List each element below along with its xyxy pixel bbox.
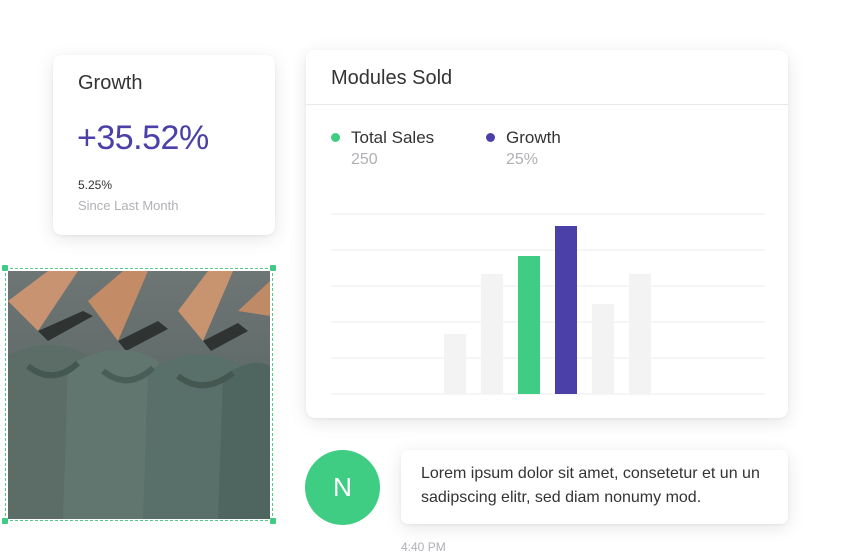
modules-sold-title: Modules Sold <box>331 67 453 89</box>
resize-handle-top-left[interactable] <box>2 265 8 271</box>
card-divider <box>306 104 788 105</box>
modules-sold-card: Modules Sold Total Sales 250 Growth 25% <box>306 50 788 418</box>
chart-bar[interactable] <box>444 334 466 394</box>
growth-title: Growth <box>78 72 143 94</box>
chart-bar[interactable] <box>592 304 614 394</box>
growth-since-label: Since Last Month <box>78 198 179 213</box>
resize-handle-top-right[interactable] <box>270 265 276 271</box>
chart-bar[interactable] <box>481 274 503 394</box>
legend-value: 250 <box>351 151 378 168</box>
legend-label: Growth <box>506 128 561 147</box>
legend-dot-green <box>331 133 340 142</box>
resize-handle-bottom-right[interactable] <box>270 518 276 524</box>
chart-bar[interactable] <box>629 274 651 394</box>
growth-value: +35.52% <box>77 119 209 157</box>
growth-card: Growth +35.52% 5.25% Since Last Month <box>53 55 275 235</box>
avatar[interactable]: N <box>305 450 380 525</box>
growth-change-percent: 5.25% <box>78 178 113 192</box>
legend-dot-purple <box>486 133 495 142</box>
message-timestamp: 4:40 PM <box>401 540 446 554</box>
resize-handle-bottom-left[interactable] <box>2 518 8 524</box>
chart-bar[interactable] <box>555 226 577 394</box>
message-bubble: Lorem ipsum dolor sit amet, consetetur e… <box>401 450 788 524</box>
message-text: Lorem ipsum dolor sit amet, consetetur e… <box>421 465 760 506</box>
modules-bar-chart <box>331 213 765 395</box>
chart-bar[interactable] <box>518 256 540 394</box>
image-selection-frame[interactable] <box>2 265 276 524</box>
legend-value: 25% <box>506 151 539 168</box>
legend-label: Total Sales <box>351 128 435 147</box>
